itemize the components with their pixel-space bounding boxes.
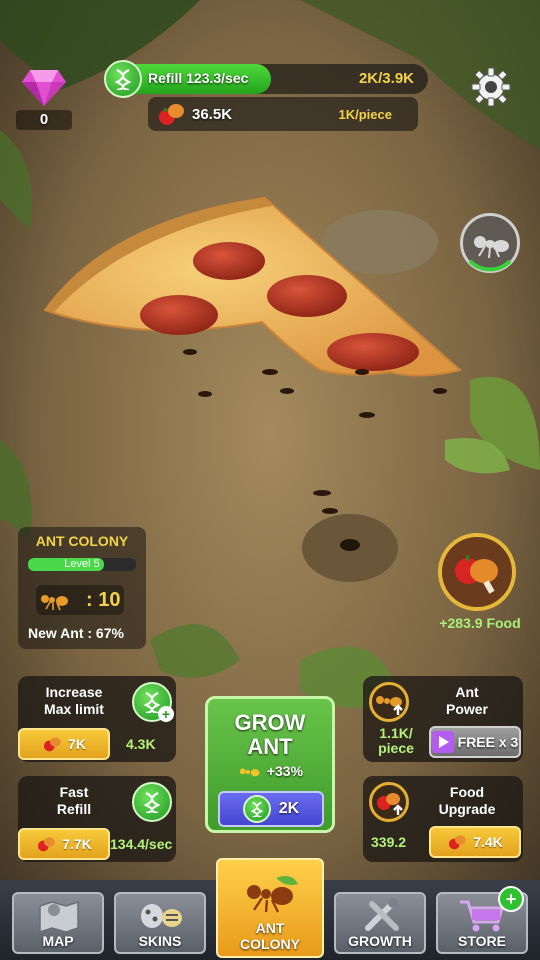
label-line: COLONY [240, 936, 300, 952]
colony-level-label: Level 5 [64, 558, 100, 570]
store-plus-icon: + [498, 886, 524, 912]
title-line: Max limit [44, 701, 104, 717]
nav-store-label: STORE [458, 933, 506, 949]
nav-store-button[interactable]: + STORE [436, 886, 528, 954]
food-amount: 36.5K [192, 106, 233, 123]
title-line: ANT [247, 734, 293, 759]
skins-icon [141, 904, 182, 928]
food-icon [159, 104, 184, 125]
food-upgrade-icon [369, 782, 409, 822]
title-line: Refill [56, 801, 92, 817]
nav-map-button[interactable]: MAP [12, 892, 104, 954]
food-icon [377, 793, 403, 815]
nav-skins-button[interactable]: SKINS [114, 892, 206, 954]
fast-refill-title: Fast Refill [18, 784, 130, 818]
ant-icon [247, 876, 298, 913]
fast-refill-value: 134.4/sec [110, 836, 173, 852]
dna-icon [104, 60, 142, 98]
title-line: Ant [455, 684, 479, 700]
food-bar: 36.5K 1K/piece [148, 97, 418, 131]
ant-power-card: Ant Power 1.1K/ piece FREE x 3 [363, 676, 523, 762]
ant-icon [41, 595, 68, 611]
food-icon [38, 837, 55, 852]
food-collect-button[interactable] [438, 533, 516, 611]
increase-max-limit-cost: 7K [68, 736, 86, 752]
fast-refill-buy-button[interactable]: 7.7K [18, 828, 110, 860]
ant-icon [239, 768, 260, 777]
ant-count: : 10 [86, 589, 121, 611]
nav-growth-button[interactable]: GROWTH [334, 892, 426, 954]
grow-ant-bonus-value: +33% [266, 763, 304, 779]
grow-ant-button[interactable]: GROW ANT +33% 2K [205, 696, 335, 833]
refill-bar: Refill 123.3/sec 2K/3.9K [108, 64, 428, 94]
food-upgrade-title: Food Upgrade [415, 784, 519, 818]
ant-power-free-button[interactable]: FREE x 3 [429, 726, 521, 758]
gem-count: 0 [16, 110, 72, 130]
food-icon [44, 737, 61, 752]
title-line: Upgrade [438, 801, 496, 817]
dna-icon [132, 782, 172, 822]
ant-icon [376, 696, 403, 715]
grow-ant-bonus: +33% [208, 763, 332, 780]
dna-icon [242, 795, 271, 823]
refill-rate-label: Refill 123.3/sec [148, 70, 249, 86]
ant-power-icon [369, 682, 409, 722]
title-line: Fast [59, 784, 89, 800]
value-line: 1.1K/ [379, 725, 413, 741]
play-video-icon [431, 731, 454, 753]
title-line: Increase [45, 684, 103, 700]
refill-capacity: 2K/3.9K [358, 70, 414, 87]
ant-power-title: Ant Power [415, 684, 519, 718]
ant-shortcut-button[interactable] [460, 213, 520, 273]
increase-max-limit-card: Increase Max limit + 7K 4.3K [18, 676, 176, 762]
food-icon [449, 835, 466, 850]
food-icon [455, 555, 498, 594]
ant-power-free-label: FREE x 3 [457, 734, 519, 750]
value-line: piece [378, 740, 414, 756]
new-ant-progress: New Ant : 67% [28, 625, 124, 641]
fast-refill-cost: 7.7K [62, 836, 92, 852]
game-screen: 0 Refill 123.3/sec 2K/3.9K 36.5K 1K/piec… [0, 0, 540, 960]
food-upgrade-buy-button[interactable]: 7.4K [429, 826, 521, 858]
grow-ant-title: GROW ANT [208, 711, 332, 759]
grow-ant-cost-button[interactable]: 2K [218, 791, 324, 827]
map-icon [39, 900, 79, 934]
nav-ant-colony-button[interactable]: ANT COLONY [216, 858, 324, 958]
food-upgrade-cost: 7.4K [473, 834, 503, 850]
title-line: Food [449, 784, 485, 800]
ant-count-box: : 10 [36, 585, 124, 615]
food-per-piece: 1K/piece [338, 107, 392, 122]
food-upgrade-value: 339.2 [371, 834, 407, 850]
gem-icon [22, 70, 66, 106]
new-ant-label: New Ant : 67% [28, 625, 124, 641]
bottom-navigation: MAP SKINS ANT COLONY GROWTH + STORE [0, 858, 540, 960]
plus-icon: + [158, 706, 174, 722]
gear-icon[interactable] [470, 66, 512, 108]
colony-title: ANT COLONY [35, 533, 129, 549]
increase-max-limit-title: Increase Max limit [18, 684, 130, 718]
title-line: GROW [234, 710, 306, 735]
ant-power-value: 1.1K/ piece [367, 726, 425, 756]
grow-ant-cost: 2K [278, 800, 300, 817]
nav-skins-label: SKINS [138, 933, 182, 949]
increase-max-limit-buy-button[interactable]: 7K [18, 728, 110, 760]
increase-max-limit-value: 4.3K [126, 736, 156, 752]
colony-level-bar: Level 5 [28, 558, 136, 571]
food-upgrade-card: Food Upgrade 339.2 7.4K [363, 776, 523, 862]
ant-shortcut-progress-ring [468, 259, 512, 272]
tools-icon [365, 898, 399, 931]
food-rate-label: +283.9 Food [439, 615, 521, 631]
nav-ant-colony-label: ANT COLONY [218, 920, 322, 952]
title-line: Power [445, 701, 488, 717]
ant-colony-panel: ANT COLONY Level 5 : 10 New Ant : 67% [18, 527, 146, 649]
fast-refill-card: Fast Refill 7.7K 134.4/sec [18, 776, 176, 862]
nav-growth-label: GROWTH [348, 933, 412, 949]
label-line: ANT [255, 920, 285, 936]
nav-map-label: MAP [42, 933, 74, 949]
